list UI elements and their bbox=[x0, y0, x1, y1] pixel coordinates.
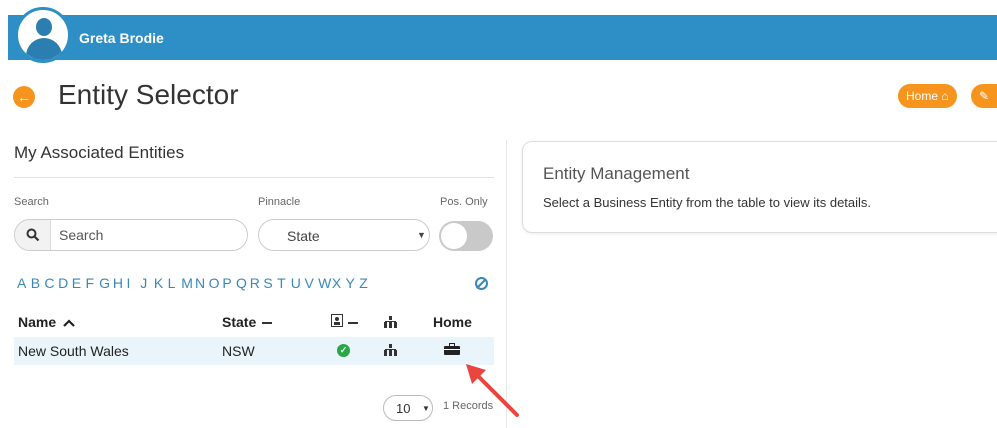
check-circle-icon: ✓ bbox=[337, 344, 350, 357]
search-icon[interactable] bbox=[15, 220, 51, 250]
alphabet-letter-h[interactable]: H bbox=[113, 275, 127, 293]
section-title: My Associated Entities bbox=[14, 143, 185, 162]
tag-button[interactable]: ✎ bbox=[971, 84, 997, 108]
alphabet-letter-y[interactable]: Y bbox=[346, 275, 360, 293]
alphabet-letter-m[interactable]: M bbox=[181, 275, 195, 293]
user-icon[interactable] bbox=[15, 7, 71, 63]
minus-icon bbox=[347, 322, 358, 325]
pinnacle-select-value: State bbox=[287, 228, 320, 244]
toggle-knob bbox=[441, 223, 467, 249]
alphabet-letter-u[interactable]: U bbox=[291, 275, 305, 293]
alphabet-filter: ABCDEFGHIJKLMNOPQRSTUVWXYZ bbox=[17, 275, 373, 293]
alphabet-letter-z[interactable]: Z bbox=[359, 275, 373, 293]
back-button[interactable]: ← bbox=[13, 86, 35, 108]
chevron-up-icon bbox=[63, 319, 75, 327]
column-header-id[interactable] bbox=[331, 314, 358, 330]
column-header-name[interactable]: Name bbox=[18, 314, 75, 330]
search-label: Search bbox=[14, 196, 49, 208]
row-state: NSW bbox=[222, 343, 255, 359]
column-header-state[interactable]: State bbox=[222, 314, 273, 330]
pos-only-label: Pos. Only bbox=[440, 196, 488, 208]
alphabet-letter-r[interactable]: R bbox=[250, 275, 264, 293]
page-title: Entity Selector bbox=[58, 79, 239, 110]
row-name: New South Wales bbox=[18, 343, 129, 359]
alphabet-letter-l[interactable]: L bbox=[168, 275, 182, 293]
alphabet-letter-w[interactable]: W bbox=[318, 275, 332, 293]
annotation-arrow-icon bbox=[466, 364, 519, 417]
caret-down-icon: ▼ bbox=[417, 230, 426, 240]
id-card-icon bbox=[331, 314, 343, 327]
alphabet-letter-q[interactable]: Q bbox=[236, 275, 250, 293]
section-divider bbox=[14, 177, 494, 178]
alphabet-letter-n[interactable]: N bbox=[195, 275, 209, 293]
page-size-select[interactable]: 10 ▼ bbox=[383, 395, 433, 421]
pinnacle-label: Pinnacle bbox=[258, 196, 301, 208]
alphabet-letter-a[interactable]: A bbox=[17, 275, 31, 293]
search-field bbox=[14, 219, 248, 251]
alphabet-letter-d[interactable]: D bbox=[58, 275, 72, 293]
sitemap-icon[interactable] bbox=[384, 344, 397, 356]
minus-icon bbox=[262, 322, 273, 325]
alphabet-letter-p[interactable]: P bbox=[222, 275, 236, 293]
home-icon: ⌂ bbox=[941, 89, 949, 103]
user-name[interactable]: Greta Brodie bbox=[79, 30, 164, 46]
search-input[interactable] bbox=[59, 220, 239, 250]
sitemap-icon[interactable] bbox=[384, 316, 397, 328]
column-header-home[interactable]: Home bbox=[433, 314, 472, 330]
alphabet-letter-x[interactable]: X bbox=[332, 275, 346, 293]
alphabet-letter-c[interactable]: C bbox=[44, 275, 58, 293]
alphabet-letter-o[interactable]: O bbox=[209, 275, 223, 293]
home-button-label: Home bbox=[906, 89, 939, 103]
alphabet-letter-b[interactable]: B bbox=[31, 275, 45, 293]
ban-icon[interactable] bbox=[475, 277, 488, 290]
pinnacle-select[interactable]: State ▼ bbox=[258, 219, 430, 251]
alphabet-letter-f[interactable]: F bbox=[85, 275, 99, 293]
alphabet-letter-j[interactable]: J bbox=[140, 275, 154, 293]
alphabet-letter-i[interactable]: I bbox=[127, 275, 141, 293]
alphabet-letter-s[interactable]: S bbox=[263, 275, 277, 293]
alphabet-letter-e[interactable]: E bbox=[72, 275, 86, 293]
alphabet-letter-g[interactable]: G bbox=[99, 275, 113, 293]
entity-management-card: Entity Management Select a Business Enti… bbox=[522, 141, 997, 233]
alphabet-letter-k[interactable]: K bbox=[154, 275, 168, 293]
page-size-value: 10 bbox=[396, 401, 411, 416]
home-button[interactable]: Home ⌂ bbox=[898, 84, 957, 108]
briefcase-icon[interactable] bbox=[444, 343, 460, 355]
caret-down-icon: ▼ bbox=[422, 404, 430, 413]
alphabet-letter-t[interactable]: T bbox=[277, 275, 291, 293]
arrow-left-icon: ← bbox=[17, 89, 31, 105]
name-header-label: Name bbox=[18, 314, 57, 330]
entity-management-message: Select a Business Entity from the table … bbox=[543, 195, 872, 210]
state-header-label: State bbox=[222, 314, 257, 330]
pos-only-toggle[interactable] bbox=[439, 221, 493, 251]
entity-management-title: Entity Management bbox=[543, 164, 690, 183]
tag-icon: ✎ bbox=[978, 89, 990, 103]
alphabet-letter-v[interactable]: V bbox=[304, 275, 318, 293]
